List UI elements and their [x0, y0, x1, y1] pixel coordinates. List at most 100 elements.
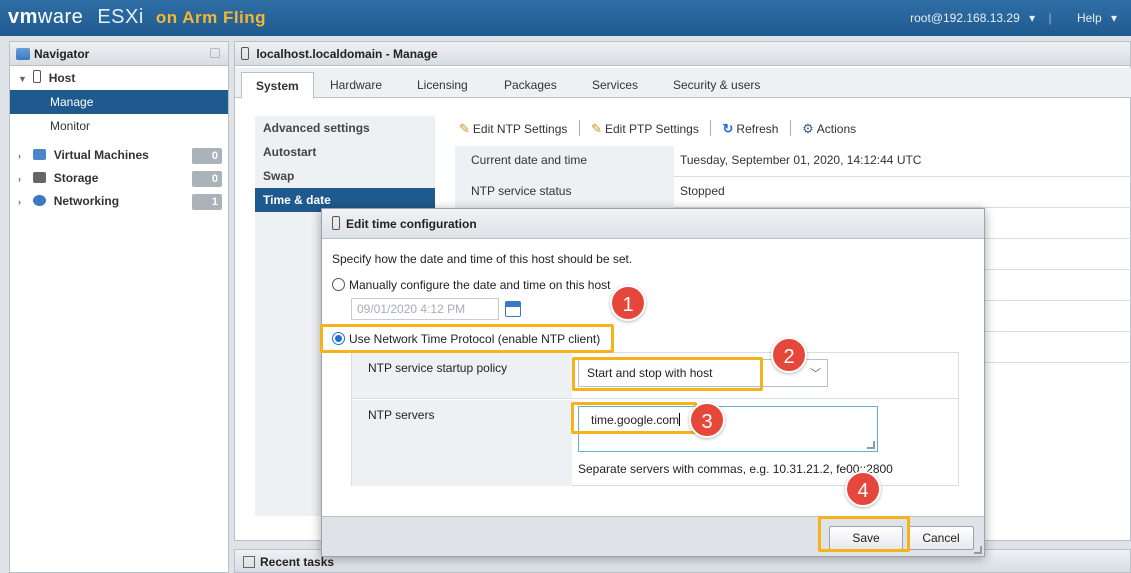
main-header: localhost.localdomain - Manage: [235, 42, 1130, 66]
policy-value: Start and stop with host: [587, 366, 713, 380]
tab-licensing[interactable]: Licensing: [417, 72, 468, 99]
product-name: ESXi: [97, 6, 144, 28]
tasks-icon: [243, 556, 255, 568]
ntp-radio[interactable]: [332, 332, 345, 345]
top-bar: vmware ESXi on Arm Fling root@192.168.13…: [0, 0, 1131, 36]
expand-icon[interactable]: ›: [18, 191, 30, 214]
actions-label: Actions: [816, 122, 857, 136]
manual-radio[interactable]: [332, 278, 345, 291]
expand-icon[interactable]: ›: [18, 145, 30, 168]
prop-key: NTP service status: [455, 177, 674, 208]
host-icon: [332, 216, 340, 230]
main-title: localhost.localdomain - Manage: [256, 47, 438, 61]
table-row: Current date and time Tuesday, September…: [455, 146, 1131, 177]
callout-2: 2: [771, 337, 807, 373]
nav-virtual-machines[interactable]: › Virtual Machines 0: [10, 144, 228, 167]
nav-networking-label: Networking: [53, 194, 120, 208]
tab-security-users[interactable]: Security & users: [673, 72, 760, 99]
storage-count-badge: 0: [192, 171, 222, 187]
tab-system[interactable]: System: [241, 72, 314, 99]
servers-label: NTP servers: [352, 400, 572, 486]
refresh-label: Refresh: [736, 122, 779, 136]
tab-licensing-label: Licensing: [417, 78, 468, 92]
gear-icon: ⚙: [802, 121, 814, 136]
resize-grip-icon[interactable]: [867, 441, 875, 449]
nav-monitor[interactable]: Monitor: [10, 114, 228, 138]
logo-vm: vm: [8, 6, 38, 28]
save-button[interactable]: Save: [829, 526, 903, 550]
user-menu[interactable]: root@192.168.13.29 ▾: [904, 11, 1035, 25]
top-right-menu: root@192.168.13.29 ▾ | Help ▾: [898, 11, 1117, 25]
pin-icon[interactable]: [210, 48, 220, 58]
product-edition: on Arm Fling: [155, 8, 267, 27]
nav-networking[interactable]: › Networking 1: [10, 190, 228, 213]
expand-icon[interactable]: ▼: [18, 67, 30, 91]
edit-time-dialog: Edit time configuration Specify how the …: [321, 208, 985, 557]
tab-bar: System Hardware Licensing Packages Servi…: [235, 68, 1131, 99]
recent-tasks-title: Recent tasks: [260, 555, 335, 569]
logo-ware: ware: [37, 6, 84, 28]
servers-value: time.google.com: [591, 413, 680, 427]
manual-label: Manually configure the date and time on …: [349, 278, 611, 292]
nav-storage-label: Storage: [53, 171, 99, 185]
nav-vm-label: Virtual Machines: [53, 148, 149, 162]
toolbar: ✎ Edit NTP Settings ✎ Edit PTP Settings ↻ R…: [459, 120, 862, 142]
tab-services[interactable]: Services: [592, 72, 638, 99]
ntp-servers-input[interactable]: time.google.com: [578, 406, 878, 452]
edit-ptp-button[interactable]: ✎ Edit PTP Settings: [591, 121, 699, 137]
toolbar-divider: [578, 120, 580, 136]
nav-storage[interactable]: › Storage 0: [10, 167, 228, 190]
resize-grip-icon[interactable]: [974, 546, 982, 554]
dialog-body: Specify how the date and time of this ho…: [322, 240, 984, 516]
cancel-button[interactable]: Cancel: [908, 526, 974, 550]
tab-system-label: System: [256, 79, 299, 93]
servers-hint: Separate servers with commas, e.g. 10.31…: [578, 462, 893, 476]
ntp-policy-row: NTP service startup policy Start and sto…: [352, 353, 958, 399]
prop-key: Current date and time: [455, 146, 674, 177]
navigator-header: Navigator: [10, 42, 228, 66]
edit-ntp-button[interactable]: ✎ Edit NTP Settings: [459, 121, 567, 137]
refresh-button[interactable]: ↻ Refresh: [723, 121, 779, 137]
subnav-time-date-label: Time & date: [263, 193, 331, 207]
nav-host-label: Host: [48, 71, 76, 85]
subnav-advanced-settings[interactable]: Advanced settings: [255, 116, 435, 140]
networking-icon: [33, 195, 47, 206]
navigator-icon: [16, 48, 30, 60]
ntp-settings-box: NTP service startup policy Start and sto…: [351, 352, 959, 486]
calendar-icon[interactable]: [505, 301, 521, 317]
navigator-panel: Navigator ▼ Host Manage Monitor › Virtua…: [9, 41, 229, 573]
prop-value: Stopped: [680, 184, 725, 198]
dialog-footer: Save Cancel: [322, 516, 984, 556]
subnav-swap[interactable]: Swap: [255, 164, 435, 188]
nav-host[interactable]: ▼ Host: [10, 66, 228, 90]
host-icon: [33, 70, 42, 83]
manual-datetime-input[interactable]: [351, 298, 499, 320]
actions-button[interactable]: ⚙ Actions: [802, 121, 856, 137]
user-label: root@192.168.13.29: [910, 11, 1020, 25]
subnav-advanced-label: Advanced settings: [263, 121, 370, 135]
manual-option[interactable]: Manually configure the date and time on …: [332, 278, 611, 292]
callout-3: 3: [689, 402, 725, 438]
pencil-icon: ✎: [459, 121, 470, 136]
host-icon: [241, 47, 249, 60]
vmware-logo: vmware ESXi on Arm Fling: [8, 6, 266, 29]
subnav-autostart[interactable]: Autostart: [255, 140, 435, 164]
tab-packages[interactable]: Packages: [504, 72, 557, 99]
vm-count-badge: 0: [192, 148, 222, 164]
tab-hardware[interactable]: Hardware: [330, 72, 382, 99]
nav-manage[interactable]: Manage: [10, 90, 228, 114]
tab-services-label: Services: [592, 78, 639, 92]
vm-icon: [33, 149, 47, 160]
subnav-autostart-label: Autostart: [263, 145, 317, 159]
tab-hardware-label: Hardware: [330, 78, 383, 92]
chevron-down-icon: ﹀: [810, 368, 821, 380]
storage-icon: [33, 172, 47, 183]
dialog-title: Edit time configuration: [346, 217, 477, 231]
navigator-title: Navigator: [34, 47, 90, 61]
expand-icon[interactable]: ›: [18, 168, 30, 191]
ntp-option[interactable]: Use Network Time Protocol (enable NTP cl…: [332, 332, 600, 346]
ntp-label: Use Network Time Protocol (enable NTP cl…: [349, 332, 601, 346]
help-menu[interactable]: Help ▾: [1071, 11, 1117, 25]
dialog-header: Edit time configuration: [322, 209, 984, 239]
chevron-down-icon: ▾: [1110, 11, 1117, 25]
